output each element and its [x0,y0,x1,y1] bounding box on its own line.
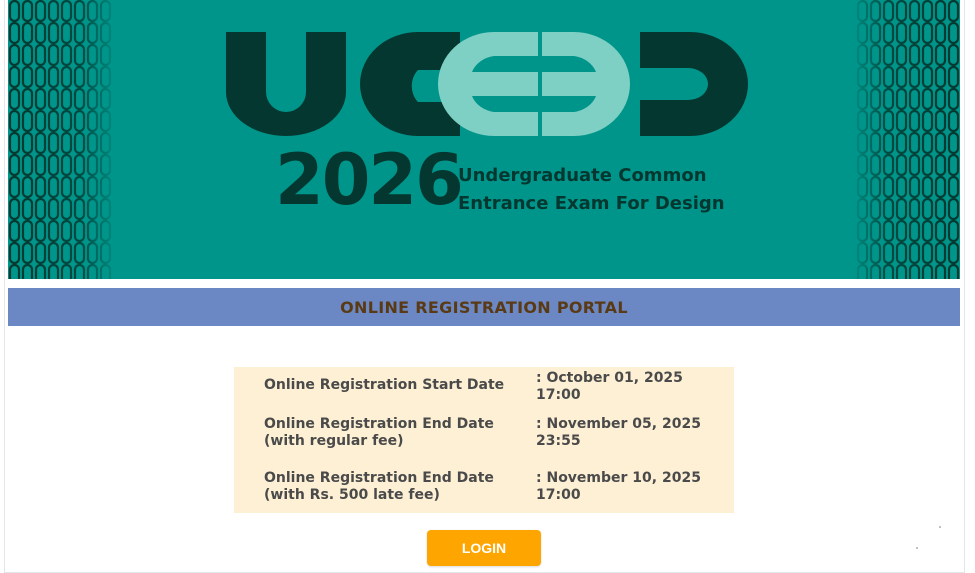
date-label: Online Registration Start Date [264,377,505,393]
tagline-line-2: Entrance Exam For Design [458,193,725,214]
date-label-line-2: (with Rs. 500 late fee) [264,487,440,503]
date-value-line-2: 17:00 [536,387,581,403]
date-value-line-1: : November 05, 2025 [536,416,701,432]
date-value-line-1: : November 10, 2025 [536,470,701,486]
login-button[interactable]: LOGIN [427,530,541,566]
date-value-line-2: 23:55 [536,433,581,449]
date-label: Online Registration End Date (with regul… [264,416,534,450]
portal-title: ONLINE REGISTRATION PORTAL [340,297,628,317]
date-label-line-2: (with regular fee) [264,433,404,449]
exam-tagline: Undergraduate Common Entrance Exam For D… [458,162,725,218]
scroll-indicator-icon [916,526,941,549]
date-value: : November 05, 2025 23:55 [536,416,726,450]
date-value: : November 10, 2025 17:00 [536,470,726,504]
date-label-line-1: Online Registration End Date [264,416,494,432]
chain-pattern-right [856,0,960,279]
date-value: : October 01, 2025 17:00 [536,370,726,404]
exam-year: 2026 [275,139,464,221]
date-label: Online Registration End Date (with Rs. 5… [264,470,534,504]
uceed-logo [226,32,748,136]
registration-dates-panel: Online Registration Start Date : October… [234,367,734,513]
header-banner: 2026 Undergraduate Common Entrance Exam … [8,0,960,279]
date-value-line-2: 17:00 [536,487,581,503]
chain-pattern-left [8,0,112,279]
date-value-line-1: : October 01, 2025 [536,370,683,386]
tagline-line-1: Undergraduate Common [458,165,707,186]
date-label-line-1: Online Registration End Date [264,470,494,486]
portal-title-bar: ONLINE REGISTRATION PORTAL [8,288,960,326]
